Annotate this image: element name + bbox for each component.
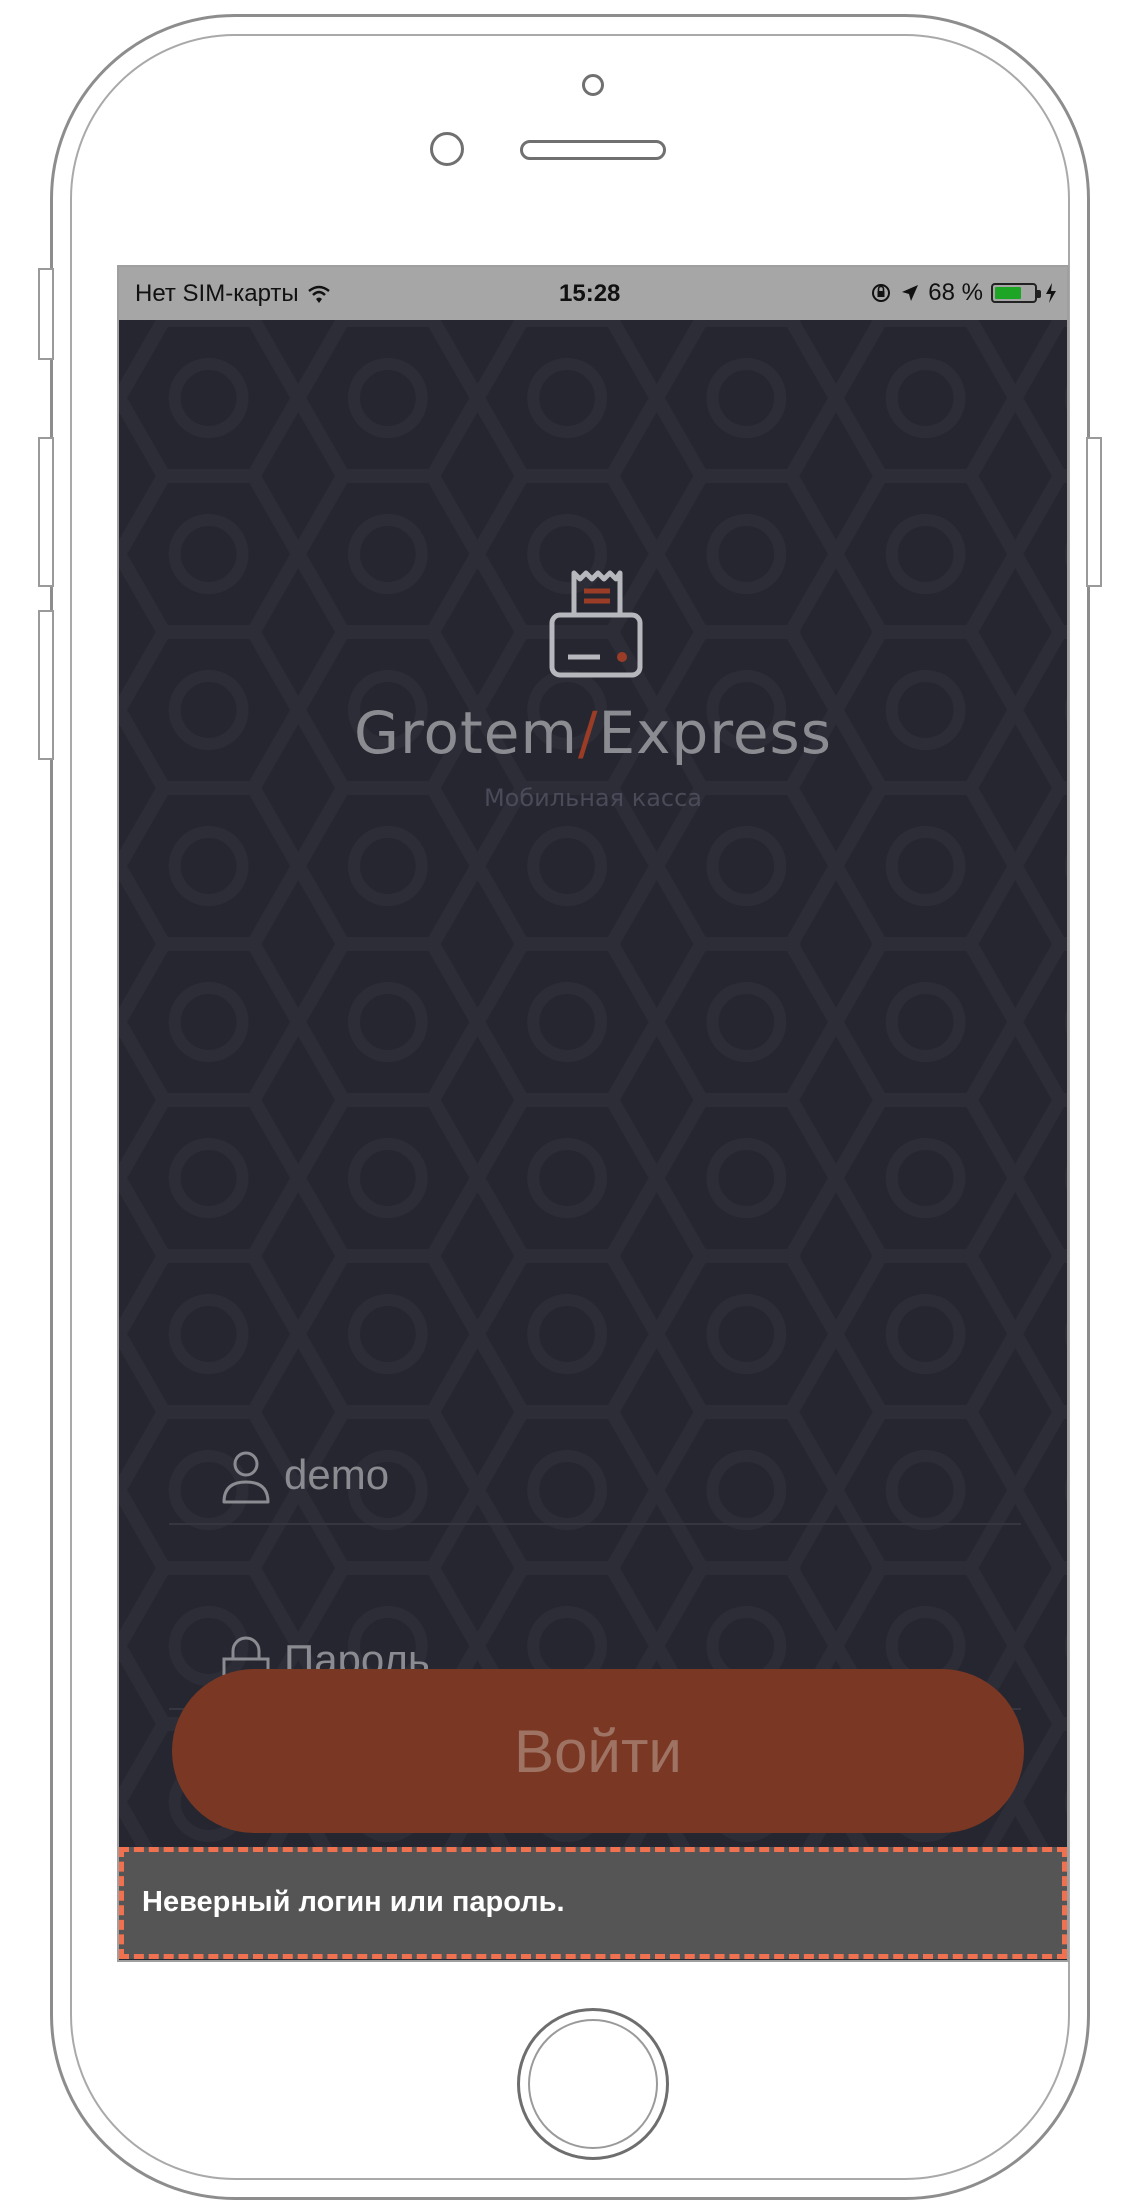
- app-tagline: Мобильная касса: [483, 784, 703, 812]
- wifi-icon: [307, 285, 330, 303]
- carrier-label: Нет SIM-карты: [135, 280, 299, 307]
- home-button[interactable]: [517, 2008, 669, 2160]
- battery-icon: [991, 283, 1041, 303]
- home-button-ring: [528, 2019, 658, 2149]
- status-left: Нет SIM-карты: [135, 280, 331, 308]
- earpiece-speaker: [520, 140, 666, 160]
- status-bar: Нет SIM-карты 15:28 68 %: [119, 267, 1067, 320]
- battery-fill: [995, 287, 1021, 299]
- brand-name: Grotem/Express: [119, 699, 1067, 767]
- power-button: [1086, 437, 1102, 587]
- status-right: 68 %: [870, 279, 1057, 307]
- volume-up-button: [38, 437, 54, 587]
- username-field: [169, 1425, 1021, 1525]
- charging-bolt-icon: [1046, 283, 1056, 303]
- front-camera: [430, 132, 464, 166]
- location-arrow-icon: [902, 285, 919, 301]
- receipt-printer-logo-icon: [549, 570, 643, 678]
- rotation-lock-icon: [872, 284, 891, 302]
- volume-down-button: [38, 610, 54, 760]
- username-input[interactable]: [284, 1447, 984, 1503]
- brand-part-2: Express: [598, 699, 832, 767]
- proximity-sensor: [582, 74, 604, 96]
- login-button[interactable]: Войти: [172, 1669, 1024, 1833]
- brand-slash: /: [577, 699, 599, 767]
- error-message: Неверный логин или пароль.: [142, 1886, 565, 1918]
- brand-part-1: Grotem: [354, 699, 578, 767]
- clock: 15:28: [559, 280, 621, 307]
- battery-percent: 68 %: [928, 279, 983, 306]
- app-screen: Нет SIM-карты 15:28 68 % Grotem/Express …: [117, 265, 1069, 1962]
- mute-switch: [38, 268, 54, 360]
- user-icon: [222, 1451, 270, 1504]
- error-toast: Неверный логин или пароль.: [119, 1847, 1067, 1959]
